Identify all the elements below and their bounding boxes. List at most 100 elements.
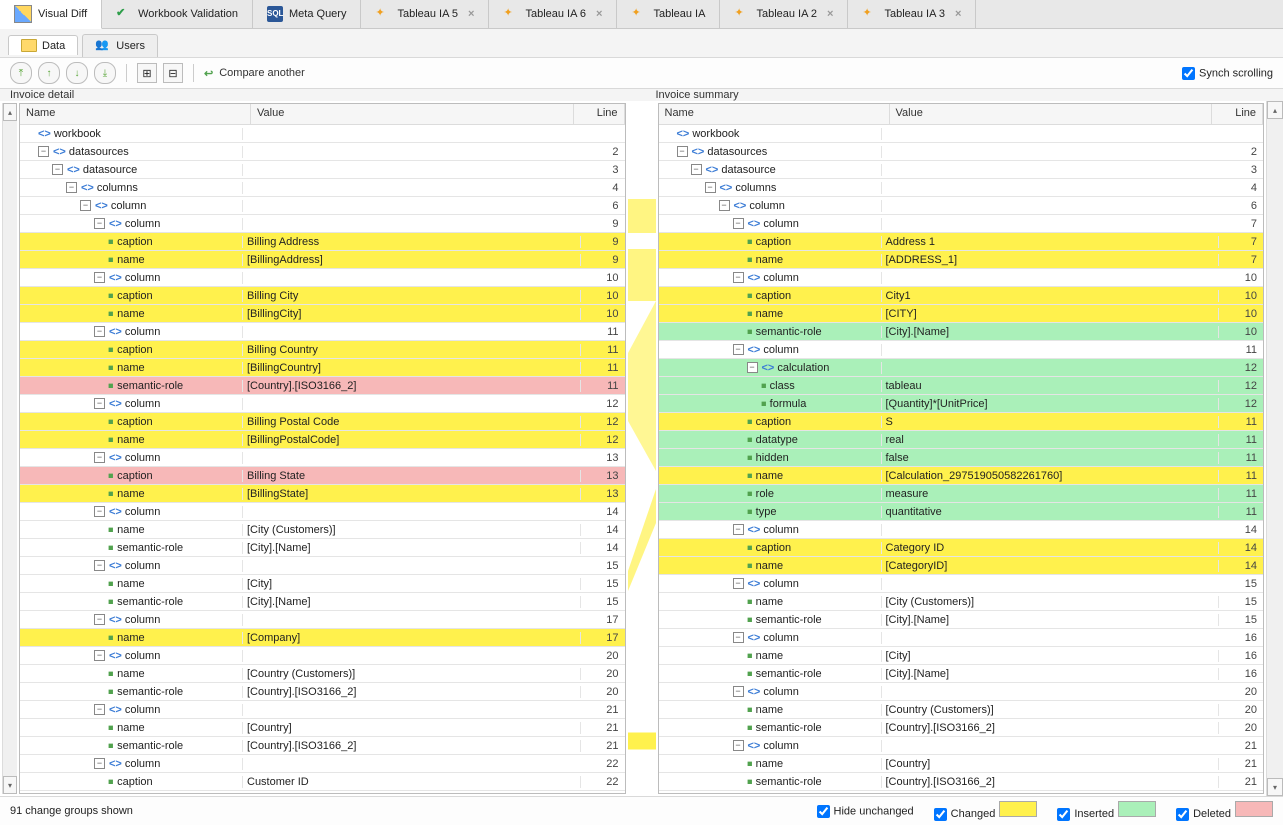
- tree-row[interactable]: ◆name[ADDRESS_1]7: [659, 251, 1264, 269]
- expand-toggle[interactable]: −: [38, 146, 49, 157]
- tree-row[interactable]: −<>datasource3: [659, 161, 1264, 179]
- scroll-track[interactable]: [1267, 119, 1283, 778]
- tree-row[interactable]: ◆semantic-role[Country].[ISO3166_2]20: [20, 683, 625, 701]
- tree-row[interactable]: −<>column15: [659, 575, 1264, 593]
- subtab-users[interactable]: 👥Users: [82, 34, 158, 57]
- tree-row[interactable]: ◆name[City]16: [659, 647, 1264, 665]
- tree-row[interactable]: −<>column14: [20, 503, 625, 521]
- tree-row[interactable]: ◆semantic-role[Country].[ISO3166_2]11: [20, 377, 625, 395]
- tree-row[interactable]: ◆captionBilling State13: [20, 467, 625, 485]
- collapse-all-button[interactable]: ⊟: [163, 63, 183, 83]
- tree-row[interactable]: −<>column11: [659, 341, 1264, 359]
- tree-row[interactable]: ◆captionBilling Address9: [20, 233, 625, 251]
- tree-row[interactable]: ◆semantic-role[City].[Name]16: [659, 665, 1264, 683]
- expand-all-button[interactable]: ⊞: [137, 63, 157, 83]
- tree-row[interactable]: −<>column15: [20, 557, 625, 575]
- tree-row[interactable]: −<>datasources2: [20, 143, 625, 161]
- tree-row[interactable]: −<>column20: [659, 683, 1264, 701]
- col-value-header[interactable]: Value: [890, 104, 1213, 124]
- tree-row[interactable]: −<>column11: [20, 323, 625, 341]
- tree-row[interactable]: ◆typequantitative11: [659, 503, 1264, 521]
- col-value-header[interactable]: Value: [251, 104, 574, 124]
- expand-toggle[interactable]: −: [94, 506, 105, 517]
- tree-row[interactable]: ◆formula[Quantity]*[UnitPrice]12: [659, 395, 1264, 413]
- tree-row[interactable]: −<>datasource3: [20, 161, 625, 179]
- tree-row[interactable]: ◆name[City (Customers)]15: [659, 593, 1264, 611]
- tree-row[interactable]: ◆name[Country (Customers)]20: [20, 665, 625, 683]
- right-scrollbar[interactable]: ▴ ▾: [1266, 101, 1283, 796]
- tree-row[interactable]: −<>calculation12: [659, 359, 1264, 377]
- col-line-header[interactable]: Line: [574, 104, 625, 124]
- expand-toggle[interactable]: −: [733, 740, 744, 751]
- expand-toggle[interactable]: −: [705, 182, 716, 193]
- tree-row[interactable]: −<>column6: [20, 197, 625, 215]
- expand-toggle[interactable]: −: [733, 344, 744, 355]
- col-name-header[interactable]: Name: [20, 104, 251, 124]
- left-grid-body[interactable]: <>workbook−<>datasources2−<>datasource3−…: [20, 125, 625, 793]
- tree-row[interactable]: ◆name[BillingCountry]11: [20, 359, 625, 377]
- tree-row[interactable]: −<>column9: [20, 215, 625, 233]
- tab-close-icon[interactable]: ×: [596, 8, 602, 20]
- tab-close-icon[interactable]: ×: [468, 8, 474, 20]
- expand-toggle[interactable]: −: [94, 704, 105, 715]
- expand-toggle[interactable]: −: [677, 146, 688, 157]
- changed-toggle[interactable]: Changed: [934, 801, 1038, 821]
- tree-row[interactable]: ◆name[City (Customers)]14: [20, 521, 625, 539]
- expand-toggle[interactable]: −: [94, 758, 105, 769]
- tree-row[interactable]: ◆rolemeasure11: [659, 485, 1264, 503]
- tree-row[interactable]: ◆captionAddress 17: [659, 233, 1264, 251]
- col-line-header[interactable]: Line: [1212, 104, 1263, 124]
- tree-row[interactable]: ◆name[CategoryID]14: [659, 557, 1264, 575]
- expand-toggle[interactable]: −: [94, 398, 105, 409]
- expand-toggle[interactable]: −: [94, 218, 105, 229]
- tree-row[interactable]: −<>column21: [20, 701, 625, 719]
- expand-toggle[interactable]: −: [80, 200, 91, 211]
- tab-close-icon[interactable]: ×: [955, 8, 961, 20]
- tree-row[interactable]: ◆captionBilling Postal Code12: [20, 413, 625, 431]
- tab-tableau-ia-2[interactable]: ✦Tableau IA 2×: [720, 0, 848, 28]
- tree-row[interactable]: −<>columns4: [659, 179, 1264, 197]
- scroll-down-button[interactable]: ▾: [1267, 778, 1283, 796]
- tree-row[interactable]: −<>column10: [659, 269, 1264, 287]
- tree-row[interactable]: −<>datasources2: [659, 143, 1264, 161]
- tree-row[interactable]: ◆semantic-role[City].[Name]14: [20, 539, 625, 557]
- tree-row[interactable]: ◆captionCity110: [659, 287, 1264, 305]
- tree-row[interactable]: ◆name[Country]21: [20, 719, 625, 737]
- tab-meta-query[interactable]: SQLMeta Query: [253, 0, 361, 28]
- tree-row[interactable]: ◆classtableau12: [659, 377, 1264, 395]
- tree-row[interactable]: ◆name[City]15: [20, 575, 625, 593]
- tab-tableau-ia-3[interactable]: ✦Tableau IA 3×: [848, 0, 976, 28]
- expand-toggle[interactable]: −: [747, 362, 758, 373]
- tree-row[interactable]: ◆captionS11: [659, 413, 1264, 431]
- tree-row[interactable]: ◆semantic-role[City].[Name]15: [659, 611, 1264, 629]
- tree-row[interactable]: ◆semantic-role[Country].[ISO3166_2]21: [20, 737, 625, 755]
- tree-row[interactable]: ◆name[CITY]10: [659, 305, 1264, 323]
- expand-toggle[interactable]: −: [94, 560, 105, 571]
- expand-toggle[interactable]: −: [94, 650, 105, 661]
- tree-row[interactable]: ◆name[BillingCity]10: [20, 305, 625, 323]
- right-grid-body[interactable]: <>workbook−<>datasources2−<>datasource3−…: [659, 125, 1264, 793]
- expand-toggle[interactable]: −: [733, 686, 744, 697]
- tree-row[interactable]: −<>column20: [20, 647, 625, 665]
- tab-close-icon[interactable]: ×: [827, 8, 833, 20]
- tree-row[interactable]: ◆semantic-role[City].[Name]15: [20, 593, 625, 611]
- tree-row[interactable]: ◆datatypereal11: [659, 431, 1264, 449]
- tree-row[interactable]: ◆name[BillingAddress]9: [20, 251, 625, 269]
- tab-tableau-ia-6[interactable]: ✦Tableau IA 6×: [489, 0, 617, 28]
- tree-row[interactable]: −<>column16: [659, 629, 1264, 647]
- synch-scrolling-toggle[interactable]: Synch scrolling: [1182, 67, 1273, 80]
- scroll-track[interactable]: [3, 121, 17, 776]
- expand-toggle[interactable]: −: [94, 614, 105, 625]
- expand-toggle[interactable]: −: [66, 182, 77, 193]
- tree-row[interactable]: ◆name[Country (Customers)]20: [659, 701, 1264, 719]
- expand-toggle[interactable]: −: [733, 272, 744, 283]
- tree-row[interactable]: ◆captionCustomer ID22: [20, 773, 625, 791]
- prev-diff-button[interactable]: ↑: [38, 62, 60, 84]
- tree-row[interactable]: −<>column7: [659, 215, 1264, 233]
- tab-tableau-ia-5[interactable]: ✦Tableau IA 5×: [361, 0, 489, 28]
- tree-row[interactable]: ◆name[CustomerID]22: [20, 791, 625, 793]
- tree-row[interactable]: ◆semantic-role[Country].[ISO3166_2]21: [659, 773, 1264, 791]
- tab-tableau-ia[interactable]: ✦Tableau IA: [617, 0, 720, 28]
- tree-row[interactable]: ◆captionBilling City10: [20, 287, 625, 305]
- tree-row[interactable]: ◆hiddenfalse11: [659, 449, 1264, 467]
